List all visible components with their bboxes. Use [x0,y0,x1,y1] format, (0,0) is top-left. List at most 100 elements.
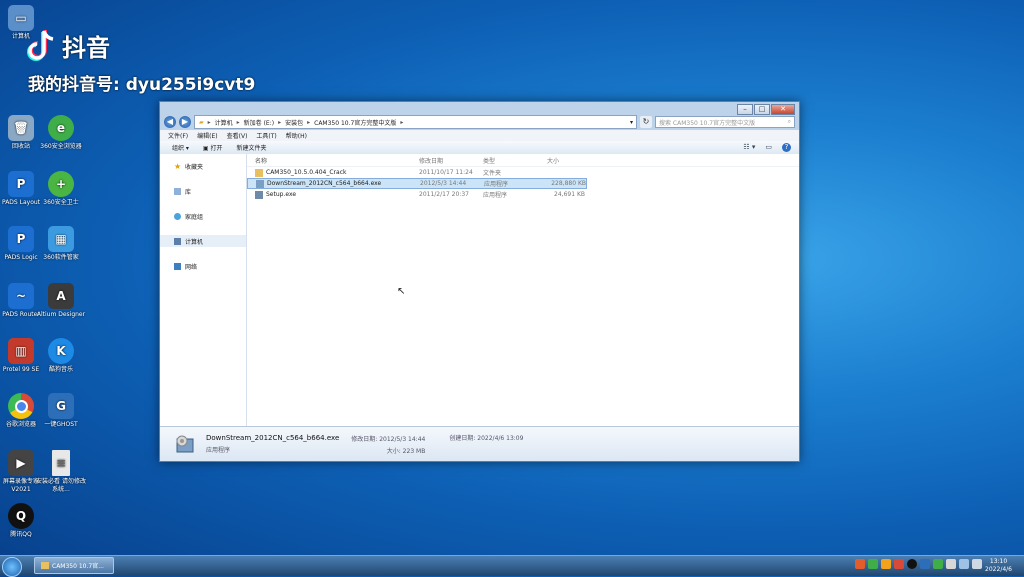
tray-app-icon[interactable] [894,559,904,569]
maximize-button[interactable]: □ [754,104,770,115]
command-toolbar: 组织 ▾ ▣ 打开 新建文件夹 ☷ ▾ ▭ ? [160,141,799,155]
column-size[interactable]: 大小 [547,156,585,165]
tray-app-icon[interactable] [946,559,956,569]
details-pane: DownStream_2012CN_c564_b664.exe 应用程序 修改日… [160,426,799,461]
tray-qq-icon[interactable] [907,559,917,569]
menu-edit[interactable]: 编辑(E) [197,131,217,140]
breadcrumb-drive-e[interactable]: 新加卷 (E:) [244,118,274,127]
computer-icon [174,237,181,245]
star-icon: ★ [174,161,182,171]
ghost-icon: G [48,393,74,419]
screen-recorder-icon: ▶ [8,450,34,476]
column-type[interactable]: 类型 [483,156,547,165]
sidebar-item-network[interactable]: 网络 [160,260,246,272]
shield-plus-icon: + [48,171,74,197]
menu-view[interactable]: 查看(V) [227,131,248,140]
network-icon[interactable] [959,559,969,569]
text-document-icon: ≡ [52,450,70,476]
preview-pane-icon[interactable]: ▭ [765,143,772,152]
tray-app-icon[interactable] [933,559,943,569]
help-icon[interactable]: ? [782,143,791,152]
desktop-icon-360-browser[interactable]: e 360安全浏览器 [36,115,86,151]
details-filename: DownStream_2012CN_c564_b664.exe [206,434,340,442]
desktop-icon-360-safe[interactable]: +360安全卫士 [36,171,86,207]
start-button[interactable] [2,557,22,577]
view-options-icon[interactable]: ☷ ▾ [743,143,755,152]
sidebar-item-computer[interactable]: 计算机 [160,235,246,247]
details-created: 创建日期: 2022/4/6 13:09 [449,435,524,442]
column-name[interactable]: 名称 [247,156,419,165]
window-titlebar[interactable]: – □ ✕ [160,102,799,115]
details-size: 大小: 223 MB [386,447,426,455]
navigation-pane: ★ 收藏夹 库 家庭组 计算机 网络 [160,154,247,426]
system-tray [855,559,982,569]
file-list: 名称 修改日期 类型 大小 CAM350_10.5.0.404_Crack 20… [247,154,799,426]
volume-icon[interactable] [972,559,982,569]
explorer-window: – □ ✕ ◀ ▶ ▰ ▸ 计算机 ▸ 新加卷 (E:) ▸ 安装包 ▸ CAM… [159,101,800,462]
new-folder-button[interactable]: 新建文件夹 [237,143,267,152]
column-date-modified[interactable]: 修改日期 [419,156,483,165]
organize-button[interactable]: 组织 ▾ [172,143,189,152]
menu-file[interactable]: 文件(F) [168,131,188,140]
sidebar-item-libraries[interactable]: 库 [160,185,246,197]
altium-icon: A [48,283,74,309]
breadcrumb-computer[interactable]: 计算机 [215,118,233,127]
folder-icon: ▰ [199,118,204,126]
search-icon: ⌕ [787,118,791,125]
tray-app-icon[interactable] [868,559,878,569]
desktop-icon-computer[interactable]: ▭ 计算机 [0,5,46,41]
software-manager-icon: ▦ [48,226,74,252]
setup-icon [255,190,263,199]
pads-logic-icon: P [8,226,34,252]
folder-icon [255,168,263,177]
chevron-down-icon[interactable]: ▾ [630,119,633,126]
tray-app-icon[interactable] [920,559,930,569]
menu-tools[interactable]: 工具(T) [256,131,276,140]
sidebar-item-homegroup[interactable]: 家庭组 [160,210,246,222]
taskbar-clock[interactable]: 13:10 2022/4/6 [985,558,1012,574]
address-bar-row: ◀ ▶ ▰ ▸ 计算机 ▸ 新加卷 (E:) ▸ 安装包 ▸ CAM350 10… [160,114,799,130]
chrome-icon [8,393,34,419]
desktop-icon-360-software[interactable]: ▦ 360软件管家 [36,226,86,262]
back-button[interactable]: ◀ [164,116,176,128]
details-kind: 应用程序 [206,447,231,454]
file-row[interactable]: CAM350_10.5.0.404_Crack 2011/10/17 11:24… [247,167,799,178]
recycle-bin-icon: 🗑 [8,115,34,141]
tray-app-icon[interactable] [881,559,891,569]
tray-app-icon[interactable] [855,559,865,569]
breadcrumb-install-pkg[interactable]: 安装包 [285,118,303,127]
application-large-icon [176,435,194,453]
explorer-body: ★ 收藏夹 库 家庭组 计算机 网络 名称 修改日期 类型 大小 CAM350_1… [160,154,799,426]
breadcrumb-cam350[interactable]: CAM350 10.7官方完整中文版 [314,118,396,127]
desktop-icon-ghost[interactable]: G 一键GHOST [36,393,86,429]
pads-layout-icon: P [8,171,34,197]
menu-help[interactable]: 帮助(H) [286,131,307,140]
network-icon [174,262,181,270]
desktop-icon-readme[interactable]: ≡ 安装必看 请勿修改系统... [36,450,86,494]
browser-360-icon: e [48,115,74,141]
pads-router-icon: ~ [8,283,34,309]
close-button[interactable]: ✕ [771,104,795,115]
application-icon [256,179,264,188]
desktop-icon-qq[interactable]: Q 腾讯QQ [0,503,46,539]
taskbar-item-explorer[interactable]: CAM350 10.7官... [34,557,114,574]
forward-button[interactable]: ▶ [179,116,191,128]
open-button[interactable]: ▣ 打开 [203,143,223,152]
protel-icon: ▥ [8,338,34,364]
desktop-icon-kugou[interactable]: K 酷狗音乐 [36,338,86,374]
kugou-icon: K [48,338,74,364]
desktop-icon-altium[interactable]: A Altium Designer [36,283,86,319]
qq-penguin-icon: Q [8,503,34,529]
address-bar[interactable]: ▰ ▸ 计算机 ▸ 新加卷 (E:) ▸ 安装包 ▸ CAM350 10.7官方… [194,115,637,129]
sidebar-item-favorites[interactable]: ★ 收藏夹 [160,160,246,172]
refresh-icon[interactable]: ↻ [640,116,652,128]
column-headers: 名称 修改日期 类型 大小 [247,154,799,167]
watermark-account-id: 我的抖音号: dyu255i9cvt9 [28,75,256,95]
open-icon: ▣ [202,145,211,152]
file-row[interactable]: Setup.exe 2011/2/17 20:37 应用程序 24,691 KB [247,189,799,200]
search-input[interactable]: 搜索 CAM350 10.7官方完整中文版 ⌕ [655,116,795,128]
library-icon [174,187,181,195]
minimize-button[interactable]: – [737,104,753,115]
file-row-selected[interactable]: DownStream_2012CN_c564_b664.exe 2012/5/3… [247,178,587,189]
computer-icon: ▭ [8,5,34,31]
